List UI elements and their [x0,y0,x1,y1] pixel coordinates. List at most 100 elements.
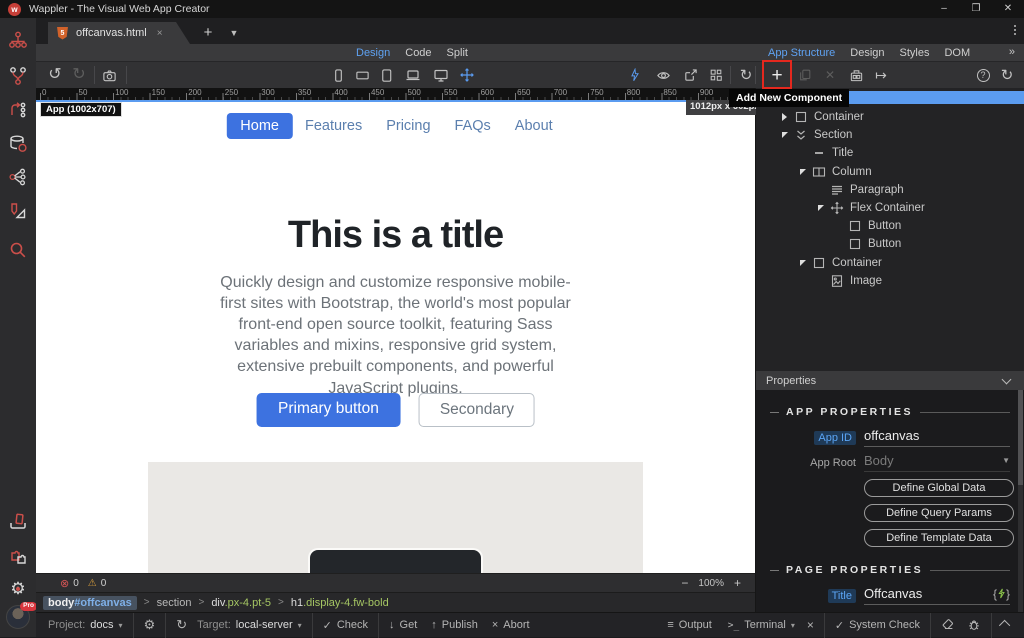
user-avatar[interactable]: Pro [6,602,37,629]
dom-panel-tab[interactable]: DOM [944,47,970,59]
actions-bolt-icon[interactable] [624,62,646,88]
collapse-arrow-icon[interactable] [782,113,787,122]
device-laptop-icon[interactable] [400,62,426,88]
breadcrumb-item-section[interactable]: section [157,597,192,609]
terminal-button[interactable]: >_ Terminal ▾ [728,619,795,631]
close-button[interactable]: ✕ [992,0,1024,18]
app-structure-panel-tab[interactable]: App Structure [768,47,835,59]
publish-button[interactable]: ↑ Publish [431,619,478,631]
qr-code-icon[interactable] [705,62,727,88]
properties-scrollbar[interactable] [1018,390,1023,612]
device-tablet-icon[interactable] [374,62,398,88]
design-view-tab[interactable]: Design [356,47,390,59]
undo-icon[interactable]: ↺ [44,62,66,88]
dynamic-data-icon[interactable]: {} [993,587,1010,601]
tree-item-button[interactable]: Button [756,235,1024,253]
minimize-button[interactable]: – [928,0,960,18]
close-terminal-icon[interactable]: × [807,618,814,632]
new-tab-button[interactable]: + [196,22,220,44]
breadcrumb-item-body[interactable]: body#offcanvas [43,595,137,610]
settings-gear-icon[interactable]: ⚙ [8,579,28,599]
tree-item-flex-container[interactable]: Flex Container [756,199,1024,217]
design-panel-tab[interactable]: Design [850,47,884,59]
move-to-icon[interactable]: ↦ [869,62,893,88]
nav-item-features[interactable]: Features [293,113,374,139]
tree-item-column[interactable]: Column [756,163,1024,181]
tree-item-container[interactable]: Container [756,254,1024,272]
target-selector[interactable]: Target: local-server ▾ [197,619,302,631]
warning-icon[interactable]: ⚠ [88,578,97,589]
collapse-panel-chevron-icon[interactable] [998,619,1011,632]
delete-component-icon[interactable]: ✕ [819,62,841,88]
help-icon[interactable]: ? [972,62,994,88]
ui-flows-icon[interactable] [8,66,28,86]
error-icon[interactable]: ⊗ [60,577,69,590]
properties-header[interactable]: Properties [756,371,1024,390]
zoom-in-button[interactable]: + [734,576,741,590]
design-tools-icon[interactable] [8,201,28,221]
secondary-button[interactable]: Secondary [418,393,535,427]
tree-item-container[interactable]: Container [756,108,1024,126]
nav-item-about[interactable]: About [503,113,565,139]
workflows-icon[interactable] [8,100,28,120]
refresh-structure-icon[interactable]: ↻ [996,62,1018,88]
debug-bug-icon[interactable] [967,618,981,632]
tree-item-paragraph[interactable]: Paragraph [756,181,1024,199]
component-package-icon[interactable] [844,62,868,88]
search-icon[interactable] [8,240,28,260]
check-button[interactable]: ✓ Check [323,619,368,632]
project-settings-gear-icon[interactable]: ⚙ [144,617,156,633]
expand-arrow-icon[interactable] [800,259,806,266]
define-template-data-button[interactable]: Define Template Data [864,529,1014,547]
output-button[interactable]: ≡ Output [667,619,711,631]
extensions-icon[interactable] [8,547,28,567]
nav-item-pricing[interactable]: Pricing [374,113,442,139]
abort-button[interactable]: × Abort [492,619,530,631]
code-view-tab[interactable]: Code [405,47,431,59]
collapse-properties-chevron-icon[interactable] [1001,374,1012,385]
app-id-input[interactable]: offcanvas [864,428,1010,447]
tree-item-section[interactable]: Section [756,126,1024,144]
design-canvas[interactable]: Home Features Pricing FAQs About This is… [36,100,755,573]
define-query-params-button[interactable]: Define Query Params [864,504,1014,522]
refresh-target-icon[interactable]: ↻ [176,617,187,633]
tab-list-chevron-icon[interactable]: ▼ [224,22,244,44]
refresh-canvas-icon[interactable]: ↻ [735,62,757,88]
tree-item-button[interactable]: Button [756,217,1024,235]
screenshot-camera-icon[interactable] [98,62,120,88]
split-view-tab[interactable]: Split [447,47,468,59]
tree-item-title[interactable]: Title [756,144,1024,162]
database-icon[interactable] [8,134,28,154]
expand-arrow-icon[interactable] [818,205,824,212]
tab-close-icon[interactable]: × [157,28,163,39]
project-selector[interactable]: Project: docs ▾ [48,619,123,631]
nav-item-home[interactable]: Home [226,113,293,139]
breadcrumb-item-div[interactable]: div.px-4.pt-5 [211,597,271,609]
page-hero-image[interactable] [148,462,643,573]
redo-icon[interactable]: ↻ [68,62,90,88]
deploy-icon[interactable] [8,512,28,532]
page-title[interactable]: This is a title [36,214,755,257]
expand-arrow-icon[interactable] [782,132,788,139]
preview-eye-icon[interactable] [652,62,674,88]
more-panels-chevron[interactable]: » [1009,44,1015,61]
system-check-button[interactable]: ✓ System Check [835,619,920,632]
expand-arrow-icon[interactable] [800,168,806,175]
zoom-out-button[interactable]: − [681,576,688,590]
tab-menu-icon[interactable] [1014,25,1016,35]
page-paragraph[interactable]: Quickly design and customize responsive … [220,272,572,399]
api-connections-icon[interactable] [8,167,28,187]
clean-eraser-icon[interactable] [941,618,955,632]
define-global-data-button[interactable]: Define Global Data [864,479,1014,497]
device-phone-icon[interactable] [326,62,350,88]
device-phone-landscape-icon[interactable] [350,62,374,88]
nav-item-faqs[interactable]: FAQs [443,113,503,139]
device-desktop-icon[interactable] [428,62,454,88]
primary-button[interactable]: Primary button [256,393,401,427]
app-root-select[interactable]: Body ▼ [864,453,1010,472]
move-resize-icon[interactable] [454,62,480,88]
styles-panel-tab[interactable]: Styles [900,47,930,59]
app-structure-icon[interactable] [8,30,28,50]
tree-item-image[interactable]: Image [756,272,1024,290]
maximize-button[interactable]: ❐ [960,0,992,18]
